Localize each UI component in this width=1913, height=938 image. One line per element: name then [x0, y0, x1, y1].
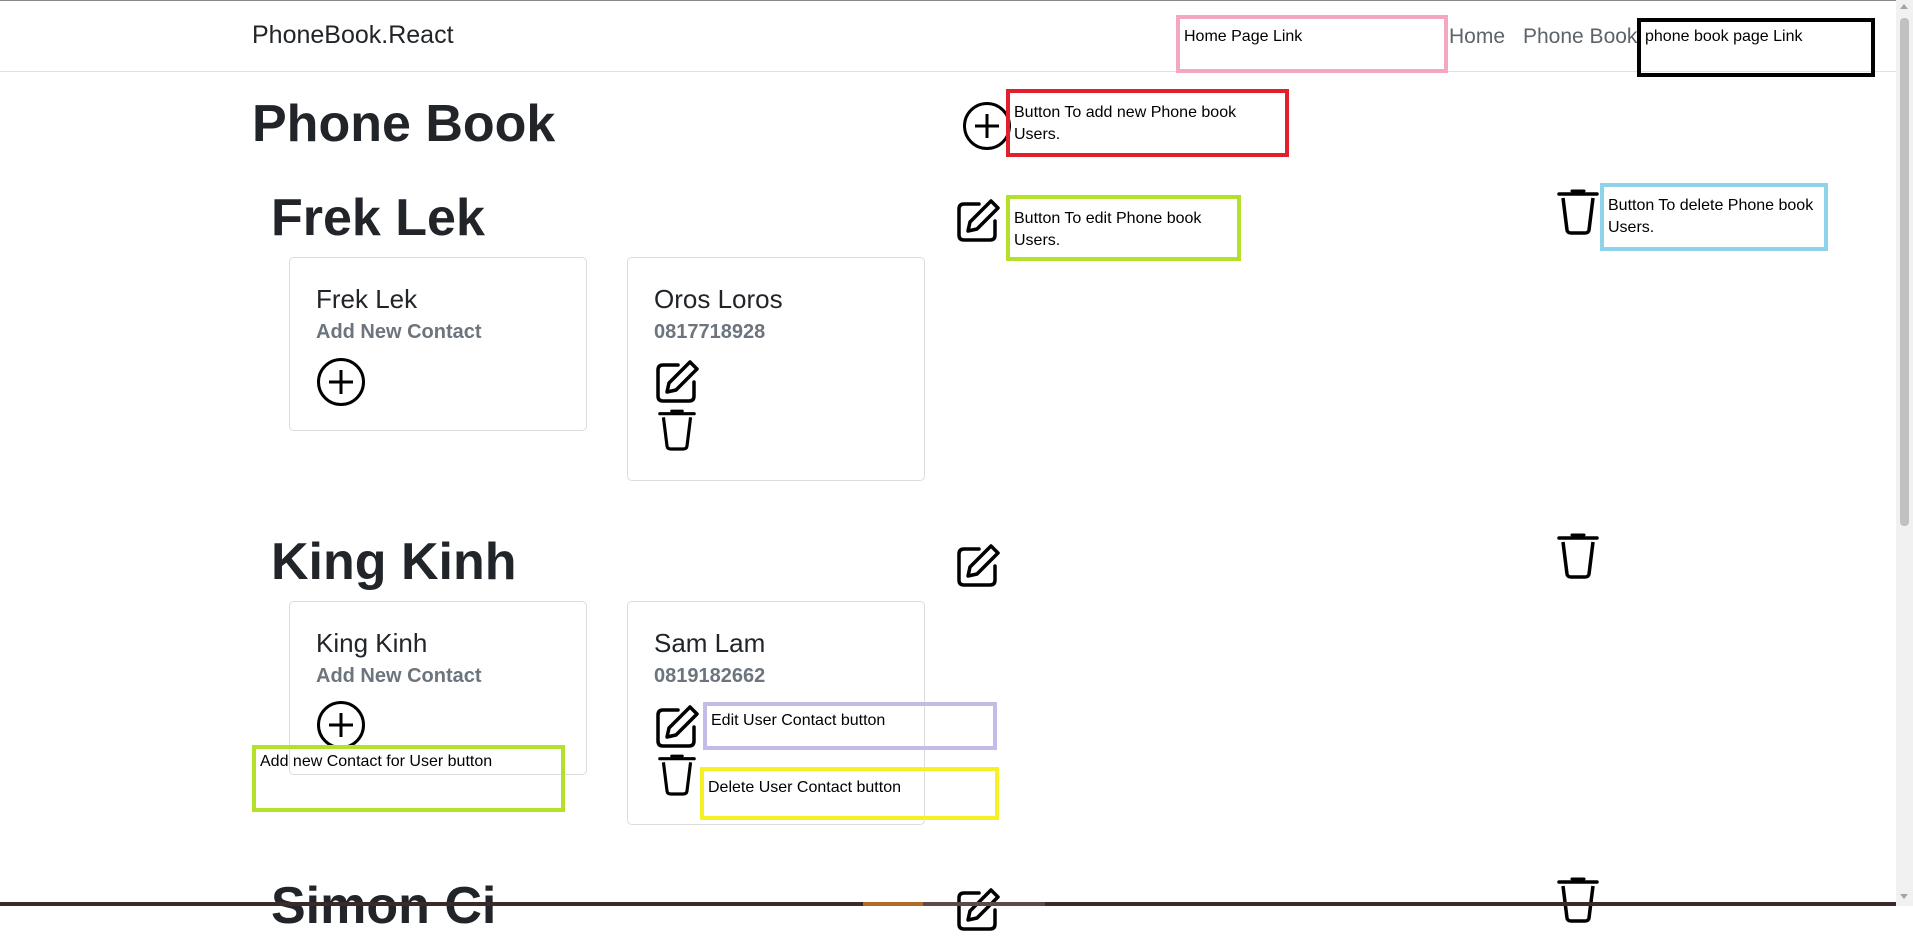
trash-icon [1557, 877, 1599, 923]
edit-icon [656, 360, 699, 403]
taskbar-item [863, 902, 923, 906]
scroll-up-arrow-icon[interactable] [1900, 4, 1908, 9]
edit-icon [957, 888, 1000, 931]
delete-phone-book-user-button[interactable] [1557, 877, 1599, 923]
page-title: Phone Book [252, 95, 556, 153]
plus-circle-icon [963, 102, 1011, 150]
annotation-delete-contact-button: Delete User Contact button [700, 767, 999, 820]
scroll-down-arrow-icon[interactable] [1900, 894, 1908, 899]
add-phone-book-user-button[interactable] [962, 101, 1012, 151]
trash-icon [1557, 533, 1599, 579]
taskbar-item [923, 902, 1045, 906]
delete-phone-book-user-button[interactable] [1557, 189, 1599, 235]
edit-icon [656, 705, 699, 748]
annotation-phone-book-page-link: phone book page Link [1637, 18, 1875, 77]
card-user-name: Frek Lek [316, 284, 418, 314]
scrollbar-thumb[interactable] [1900, 18, 1909, 526]
new-contact-card: Frek Lek Add New Contact [289, 257, 587, 431]
annotation-delete-user-button: Button To delete Phone book Users. [1600, 183, 1828, 251]
contact-name: Sam Lam [654, 628, 766, 658]
add-new-contact-label: Add New Contact [316, 321, 482, 343]
add-contact-button[interactable] [316, 700, 366, 750]
annotation-add-contact-button: Add new Contact for User button [252, 745, 565, 812]
nav-link-phone-book[interactable]: Phone Book [1523, 25, 1637, 49]
brand-link[interactable]: PhoneBook.React [252, 21, 454, 50]
annotation-add-user-button: Button To add new Phone book Users. [1006, 89, 1289, 157]
edit-contact-button[interactable] [654, 704, 700, 750]
edit-contact-button[interactable] [654, 359, 700, 405]
trash-icon [658, 409, 696, 451]
contact-phone: 0817718928 [654, 321, 766, 343]
top-navbar: PhoneBook.React Home Phone Book [0, 1, 1896, 72]
contact-name: Oros Loros [654, 284, 783, 314]
annotation-edit-contact-button: Edit User Contact button [703, 702, 997, 750]
user-name-heading: Frek Lek [271, 189, 485, 247]
trash-icon [658, 754, 696, 796]
contact-card: Oros Loros 0817718928 [627, 257, 925, 481]
edit-phone-book-user-button[interactable] [955, 543, 1001, 589]
delete-contact-button[interactable] [658, 754, 696, 796]
edit-phone-book-user-button[interactable] [955, 198, 1001, 244]
vertical-scrollbar[interactable] [1896, 0, 1913, 906]
annotation-edit-user-button: Button To edit Phone book Users. [1006, 195, 1241, 261]
edit-phone-book-user-button[interactable] [955, 887, 1001, 933]
delete-contact-button[interactable] [658, 409, 696, 451]
nav-link-home[interactable]: Home [1449, 25, 1505, 49]
card-user-name: King Kinh [316, 628, 428, 658]
add-contact-button[interactable] [316, 357, 366, 407]
plus-circle-icon [317, 701, 365, 749]
trash-icon [1557, 189, 1599, 235]
edit-icon [957, 544, 1000, 587]
delete-phone-book-user-button[interactable] [1557, 533, 1599, 579]
plus-circle-icon [317, 358, 365, 406]
user-name-heading: King Kinh [271, 533, 517, 591]
add-new-contact-label: Add New Contact [316, 665, 482, 687]
edit-icon [957, 199, 1000, 242]
user-name-heading: Simon Ci [271, 877, 497, 935]
annotation-home-page-link: Home Page Link [1176, 15, 1448, 73]
contact-phone: 0819182662 [654, 665, 766, 687]
